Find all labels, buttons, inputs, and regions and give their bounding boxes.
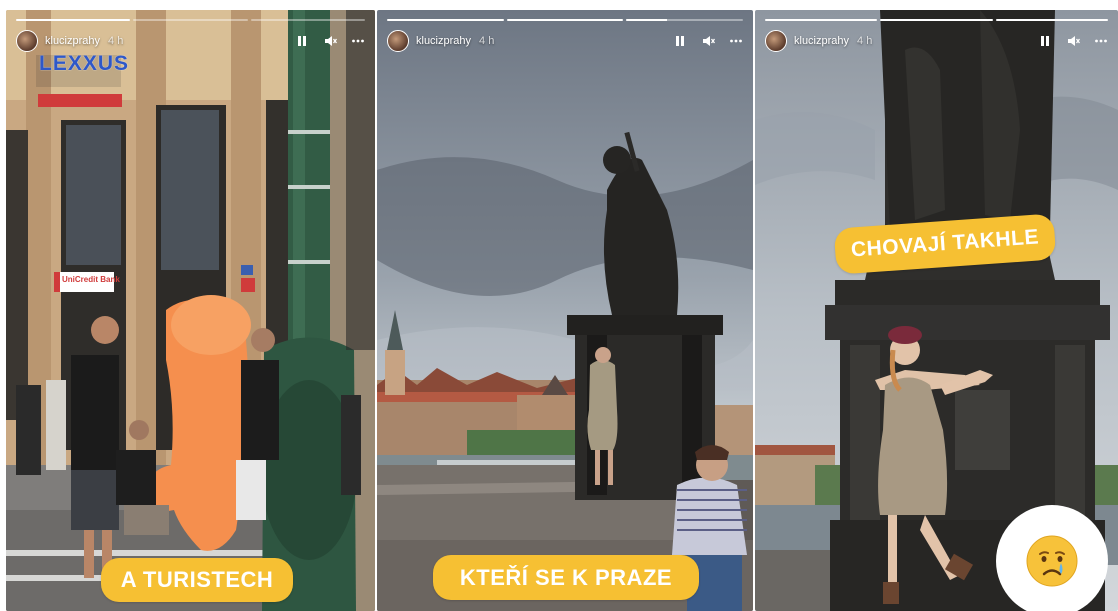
story-photo-street: [6, 10, 375, 611]
story-progress-bar: [16, 19, 365, 21]
progress-segment: [387, 19, 504, 21]
pause-icon[interactable]: [673, 34, 687, 48]
mute-icon[interactable]: [1066, 34, 1080, 48]
story-panel-2[interactable]: klucizprahy 4 h KTEŘÍ SE K PRAZE: [377, 10, 753, 611]
avatar[interactable]: [16, 30, 38, 52]
post-time: 4 h: [857, 35, 873, 47]
username[interactable]: klucizprahy: [45, 35, 100, 47]
post-time: 4 h: [108, 35, 124, 47]
crying-face-icon: [1026, 535, 1078, 587]
progress-segment: [133, 19, 248, 21]
story-photo-bridge-statue: [377, 10, 753, 611]
progress-segment: [626, 19, 744, 21]
progress-segment: [506, 19, 624, 21]
story-header: klucizprahy 4 h: [765, 28, 1108, 54]
store-sign-text: LEXXUS: [39, 52, 130, 75]
username[interactable]: klucizprahy: [794, 35, 849, 47]
mute-icon[interactable]: [323, 34, 337, 48]
more-icon[interactable]: [729, 34, 743, 48]
progress-segment: [16, 19, 131, 21]
mute-icon[interactable]: [701, 34, 715, 48]
more-icon[interactable]: [351, 34, 365, 48]
avatar[interactable]: [387, 30, 409, 52]
story-progress-bar: [765, 19, 1108, 21]
more-icon[interactable]: [1094, 34, 1108, 48]
story-panel-3[interactable]: klucizprahy 4 h CHOVAJÍ TAKHLE: [755, 10, 1118, 611]
pause-icon[interactable]: [295, 34, 309, 48]
pause-icon[interactable]: [1038, 34, 1052, 48]
progress-segment: [995, 19, 1108, 21]
post-time: 4 h: [479, 35, 495, 47]
bank-sign-text: UniCredit Bank: [62, 275, 120, 284]
story-panel-1[interactable]: LEXXUS UniCredit Bank klucizprahy 4 h A …: [6, 10, 375, 611]
story-progress-bar: [387, 19, 744, 21]
avatar[interactable]: [765, 30, 787, 52]
story-caption: A TURISTECH: [101, 558, 293, 602]
progress-segment: [765, 19, 878, 21]
progress-segment: [250, 19, 365, 21]
story-header: klucizprahy 4 h: [16, 28, 365, 54]
story-header: klucizprahy 4 h: [387, 28, 743, 54]
username[interactable]: klucizprahy: [416, 35, 471, 47]
emoji-sticker[interactable]: [996, 505, 1108, 611]
progress-segment: [880, 19, 993, 21]
story-caption: KTEŘÍ SE K PRAZE: [433, 555, 699, 600]
